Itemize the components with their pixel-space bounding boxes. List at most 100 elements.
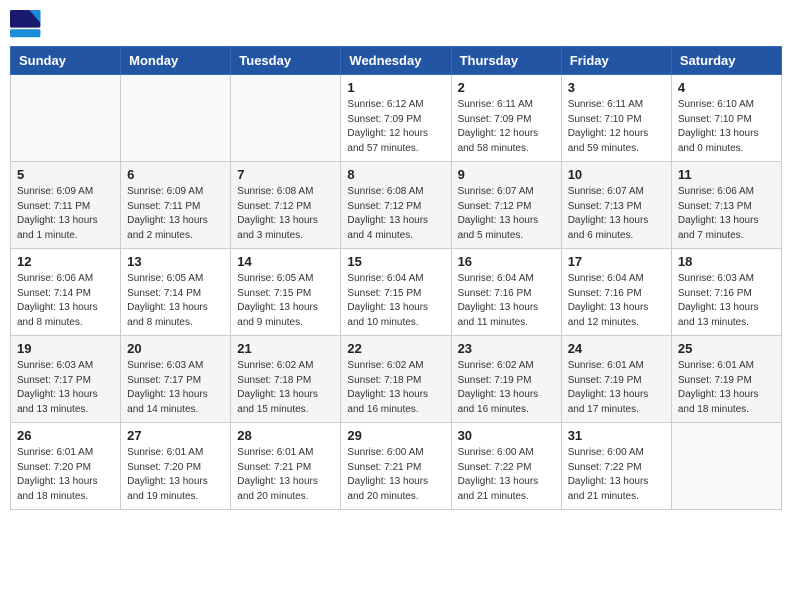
day-number: 17 xyxy=(568,254,665,269)
calendar-cell: 11 Sunrise: 6:06 AM Sunset: 7:13 PM Dayli… xyxy=(671,162,781,249)
weekday-header: Wednesday xyxy=(341,47,451,75)
calendar-cell xyxy=(11,75,121,162)
day-detail: Sunrise: 6:11 AM Sunset: 7:09 PM Dayligh… xyxy=(458,98,555,156)
calendar-cell: 8 Sunrise: 6:08 AM Sunset: 7:12 PM Daylig… xyxy=(341,162,451,249)
calendar-cell: 5Sunrise: 6:09 AM Sunset: 7:11 PM Daylig… xyxy=(11,162,121,249)
day-detail: Sunrise: 6:04 AM Sunset: 7:16 PM Dayligh… xyxy=(458,272,555,330)
day-number: 28 xyxy=(237,428,334,443)
day-detail: Sunrise: 6:03 AM Sunset: 7:17 PM Dayligh… xyxy=(17,359,114,417)
day-detail: Sunrise: 6:02 AM Sunset: 7:18 PM Dayligh… xyxy=(237,359,334,417)
day-number: 27 xyxy=(127,428,224,443)
calendar: SundayMondayTuesdayWednesdayThursdayFrid… xyxy=(10,46,782,510)
day-detail: Sunrise: 6:07 AM Sunset: 7:12 PM Dayligh… xyxy=(458,185,555,243)
day-detail: Sunrise: 6:05 AM Sunset: 7:14 PM Dayligh… xyxy=(127,272,224,330)
day-detail: Sunrise: 6:01 AM Sunset: 7:20 PM Dayligh… xyxy=(17,446,114,504)
weekday-header: Thursday xyxy=(451,47,561,75)
calendar-cell: 9Sunrise: 6:07 AM Sunset: 7:12 PM Daylig… xyxy=(451,162,561,249)
day-number: 11 xyxy=(678,167,775,182)
calendar-cell: 31 Sunrise: 6:00 AM Sunset: 7:22 PM Dayli… xyxy=(561,423,671,510)
day-number: 4 xyxy=(678,80,775,95)
day-detail: Sunrise: 6:00 AM Sunset: 7:22 PM Dayligh… xyxy=(568,446,665,504)
day-detail: Sunrise: 6:00 AM Sunset: 7:21 PM Dayligh… xyxy=(347,446,444,504)
day-number: 6 xyxy=(127,167,224,182)
calendar-cell xyxy=(671,423,781,510)
calendar-cell: 24 Sunrise: 6:01 AM Sunset: 7:19 PM Dayli… xyxy=(561,336,671,423)
day-number: 23 xyxy=(458,341,555,356)
day-detail: Sunrise: 6:10 AM Sunset: 7:10 PM Dayligh… xyxy=(678,98,775,156)
weekday-header: Monday xyxy=(121,47,231,75)
day-number: 26 xyxy=(17,428,114,443)
logo-icon xyxy=(10,10,42,38)
day-number: 13 xyxy=(127,254,224,269)
calendar-cell: 6 Sunrise: 6:09 AM Sunset: 7:11 PM Daylig… xyxy=(121,162,231,249)
day-detail: Sunrise: 6:04 AM Sunset: 7:15 PM Dayligh… xyxy=(347,272,444,330)
day-detail: Sunrise: 6:05 AM Sunset: 7:15 PM Dayligh… xyxy=(237,272,334,330)
weekday-header: Tuesday xyxy=(231,47,341,75)
day-number: 15 xyxy=(347,254,444,269)
day-detail: Sunrise: 6:08 AM Sunset: 7:12 PM Dayligh… xyxy=(347,185,444,243)
calendar-cell: 1 Sunrise: 6:12 AM Sunset: 7:09 PM Daylig… xyxy=(341,75,451,162)
day-number: 18 xyxy=(678,254,775,269)
weekday-header: Friday xyxy=(561,47,671,75)
calendar-cell: 14 Sunrise: 6:05 AM Sunset: 7:15 PM Dayli… xyxy=(231,249,341,336)
day-number: 8 xyxy=(347,167,444,182)
calendar-cell: 19 Sunrise: 6:03 AM Sunset: 7:17 PM Dayli… xyxy=(11,336,121,423)
day-detail: Sunrise: 6:03 AM Sunset: 7:16 PM Dayligh… xyxy=(678,272,775,330)
calendar-cell: 27 Sunrise: 6:01 AM Sunset: 7:20 PM Dayli… xyxy=(121,423,231,510)
calendar-cell: 13 Sunrise: 6:05 AM Sunset: 7:14 PM Dayli… xyxy=(121,249,231,336)
calendar-week-row: 12 Sunrise: 6:06 AM Sunset: 7:14 PM Dayli… xyxy=(11,249,782,336)
day-number: 25 xyxy=(678,341,775,356)
calendar-week-row: 19 Sunrise: 6:03 AM Sunset: 7:17 PM Dayli… xyxy=(11,336,782,423)
calendar-cell: 25 Sunrise: 6:01 AM Sunset: 7:19 PM Dayli… xyxy=(671,336,781,423)
calendar-week-row: 1 Sunrise: 6:12 AM Sunset: 7:09 PM Daylig… xyxy=(11,75,782,162)
day-detail: Sunrise: 6:11 AM Sunset: 7:10 PM Dayligh… xyxy=(568,98,665,156)
calendar-cell xyxy=(121,75,231,162)
day-number: 3 xyxy=(568,80,665,95)
calendar-cell: 23 Sunrise: 6:02 AM Sunset: 7:19 PM Dayli… xyxy=(451,336,561,423)
day-detail: Sunrise: 6:04 AM Sunset: 7:16 PM Dayligh… xyxy=(568,272,665,330)
calendar-cell: 4 Sunrise: 6:10 AM Sunset: 7:10 PM Daylig… xyxy=(671,75,781,162)
day-number: 1 xyxy=(347,80,444,95)
day-number: 12 xyxy=(17,254,114,269)
calendar-cell: 3 Sunrise: 6:11 AM Sunset: 7:10 PM Daylig… xyxy=(561,75,671,162)
weekday-header: Saturday xyxy=(671,47,781,75)
calendar-cell: 17 Sunrise: 6:04 AM Sunset: 7:16 PM Dayli… xyxy=(561,249,671,336)
page-header xyxy=(10,10,782,38)
logo xyxy=(10,10,46,38)
day-detail: Sunrise: 6:06 AM Sunset: 7:14 PM Dayligh… xyxy=(17,272,114,330)
calendar-header-row: SundayMondayTuesdayWednesdayThursdayFrid… xyxy=(11,47,782,75)
day-number: 31 xyxy=(568,428,665,443)
calendar-cell: 18 Sunrise: 6:03 AM Sunset: 7:16 PM Dayli… xyxy=(671,249,781,336)
day-number: 30 xyxy=(458,428,555,443)
day-detail: Sunrise: 6:07 AM Sunset: 7:13 PM Dayligh… xyxy=(568,185,665,243)
day-number: 24 xyxy=(568,341,665,356)
day-detail: Sunrise: 6:00 AM Sunset: 7:22 PM Dayligh… xyxy=(458,446,555,504)
calendar-cell: 21Sunrise: 6:02 AM Sunset: 7:18 PM Dayli… xyxy=(231,336,341,423)
day-number: 16 xyxy=(458,254,555,269)
day-detail: Sunrise: 6:02 AM Sunset: 7:18 PM Dayligh… xyxy=(347,359,444,417)
day-detail: Sunrise: 6:01 AM Sunset: 7:20 PM Dayligh… xyxy=(127,446,224,504)
day-detail: Sunrise: 6:08 AM Sunset: 7:12 PM Dayligh… xyxy=(237,185,334,243)
calendar-cell: 22 Sunrise: 6:02 AM Sunset: 7:18 PM Dayli… xyxy=(341,336,451,423)
day-number: 22 xyxy=(347,341,444,356)
day-number: 20 xyxy=(127,341,224,356)
calendar-cell: 10Sunrise: 6:07 AM Sunset: 7:13 PM Dayli… xyxy=(561,162,671,249)
calendar-cell: 28 Sunrise: 6:01 AM Sunset: 7:21 PM Dayli… xyxy=(231,423,341,510)
day-detail: Sunrise: 6:01 AM Sunset: 7:21 PM Dayligh… xyxy=(237,446,334,504)
day-detail: Sunrise: 6:01 AM Sunset: 7:19 PM Dayligh… xyxy=(568,359,665,417)
calendar-week-row: 5Sunrise: 6:09 AM Sunset: 7:11 PM Daylig… xyxy=(11,162,782,249)
day-number: 14 xyxy=(237,254,334,269)
calendar-cell: 20Sunrise: 6:03 AM Sunset: 7:17 PM Dayli… xyxy=(121,336,231,423)
calendar-cell: 16 Sunrise: 6:04 AM Sunset: 7:16 PM Dayli… xyxy=(451,249,561,336)
day-number: 19 xyxy=(17,341,114,356)
day-detail: Sunrise: 6:06 AM Sunset: 7:13 PM Dayligh… xyxy=(678,185,775,243)
weekday-header: Sunday xyxy=(11,47,121,75)
day-detail: Sunrise: 6:09 AM Sunset: 7:11 PM Dayligh… xyxy=(17,185,114,243)
calendar-week-row: 26 Sunrise: 6:01 AM Sunset: 7:20 PM Dayli… xyxy=(11,423,782,510)
day-detail: Sunrise: 6:02 AM Sunset: 7:19 PM Dayligh… xyxy=(458,359,555,417)
day-detail: Sunrise: 6:09 AM Sunset: 7:11 PM Dayligh… xyxy=(127,185,224,243)
day-detail: Sunrise: 6:01 AM Sunset: 7:19 PM Dayligh… xyxy=(678,359,775,417)
calendar-cell: 12 Sunrise: 6:06 AM Sunset: 7:14 PM Dayli… xyxy=(11,249,121,336)
day-detail: Sunrise: 6:12 AM Sunset: 7:09 PM Dayligh… xyxy=(347,98,444,156)
day-number: 2 xyxy=(458,80,555,95)
